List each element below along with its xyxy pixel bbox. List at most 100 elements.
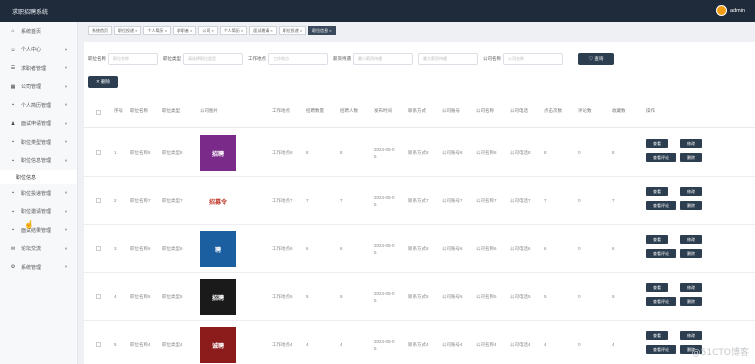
sidebar-item[interactable]: ⌂ 系统首页: [0, 22, 77, 41]
view-button[interactable]: 查看: [646, 331, 668, 340]
column-header[interactable]: 点击次数: [544, 108, 562, 114]
column-header[interactable]: 收藏数: [612, 108, 626, 114]
sidebar-item[interactable]: ▪ 面试结果管理 ▼: [0, 221, 77, 240]
sidebar-item[interactable]: ☺ 个人中心 ▼: [0, 41, 77, 60]
tab[interactable]: 职位投递 ×: [278, 26, 307, 35]
sidebar-item[interactable]: ▪ 职位投递管理 ▼: [0, 184, 77, 203]
edit-button[interactable]: 修改: [680, 235, 702, 244]
column-header[interactable]: 工作地点: [272, 108, 290, 114]
row-checkbox[interactable]: [96, 294, 101, 299]
delete-button[interactable]: ✕ 删除: [88, 76, 118, 88]
column-header[interactable]: 公司电话: [510, 108, 528, 114]
column-header[interactable]: 序号: [114, 108, 123, 114]
delete-row-button[interactable]: 删除: [680, 201, 702, 210]
row-checkbox[interactable]: [96, 150, 101, 155]
column-header[interactable]: 公司图片: [200, 108, 218, 114]
delete-row-button[interactable]: 删除: [680, 297, 702, 306]
column-header[interactable]: 招聘数量: [306, 108, 324, 114]
chevron-down-icon: ▼: [64, 157, 68, 163]
avatar[interactable]: [716, 5, 728, 16]
search-button[interactable]: ♡ 查询: [578, 53, 614, 65]
view-button[interactable]: 查看: [646, 187, 668, 196]
cell-n2: 5: [340, 294, 343, 299]
tab[interactable]: 个人简历 ×: [143, 26, 171, 35]
salary-max-input[interactable]: 最大薪资待遇: [418, 53, 478, 65]
column-header[interactable]: 联系方式: [408, 108, 426, 114]
cell-contact: 联系方式5: [408, 294, 429, 299]
cell-date: 2024-05-0 5: [374, 339, 395, 351]
cell-n1: 8: [306, 150, 309, 155]
cell-acct: 公司账号5: [442, 294, 463, 299]
row-checkbox[interactable]: [96, 246, 101, 251]
tab[interactable]: 求职者 ×: [172, 26, 197, 35]
tab[interactable]: 个人简历 ×: [219, 26, 248, 35]
sidebar-item[interactable]: ☰ 求职者管理 ▼: [0, 59, 77, 78]
view-comments-button[interactable]: 查看评论: [646, 345, 676, 354]
sidebar-item[interactable]: ▦ 公司管理 ▼: [0, 78, 77, 97]
sidebar-subitem[interactable]: 职位信息: [0, 170, 77, 184]
type-select[interactable]: 请选择职位类型: [183, 53, 243, 65]
view-button[interactable]: 查看: [646, 235, 668, 244]
sidebar: ⌂ 系统首页 ☺ 个人中心 ▼ ☰ 求职者管理 ▼ ▦ 公司管理 ▼ ▪ 个人简历管理 ▼ ♟ 面试申请管理 ▼…: [0, 22, 78, 364]
tab[interactable]: 系统首页: [88, 26, 112, 35]
delete-row-button[interactable]: 删除: [680, 153, 702, 162]
cell-n1: 5: [306, 294, 309, 299]
edit-button[interactable]: 修改: [680, 139, 702, 148]
sidebar-item[interactable]: ▪ 职位类型管理 ▼: [0, 133, 77, 152]
cell-phone: 公司电话5: [510, 294, 531, 299]
tab[interactable]: 职位投递 ×: [114, 26, 142, 35]
table-row: 2 职位名称7 职位类型7 工作地点7 7 7 2024-05-0 5 联系方式7 公司账号7 公…: [84, 177, 755, 225]
row-checkbox[interactable]: [96, 198, 101, 203]
column-header[interactable]: 职位类型: [162, 108, 180, 114]
sidebar-item[interactable]: ✉ 论坛交流 ▼: [0, 240, 77, 259]
view-button[interactable]: 查看: [646, 283, 668, 292]
cell-comments: 0: [578, 150, 581, 155]
sidebar-item[interactable]: ⚙ 系统管理 ▼: [0, 258, 77, 277]
location-input[interactable]: 工作地点: [268, 53, 328, 65]
view-comments-button[interactable]: 查看评论: [646, 297, 676, 306]
sidebar-item-label: 面试申请管理: [21, 121, 52, 128]
grid-icon: ▪: [12, 139, 14, 146]
view-comments-button[interactable]: 查看评论: [646, 201, 676, 210]
tab[interactable]: 面试邀请 ×: [249, 26, 277, 35]
edit-button[interactable]: 修改: [680, 187, 702, 196]
user-menu[interactable]: admin: [716, 5, 745, 16]
sidebar-item[interactable]: ▪ 个人简历管理 ▼: [0, 96, 77, 115]
cell-idx: 3: [114, 246, 117, 251]
sidebar-item[interactable]: ▪ 职位邀请管理 ▼: [0, 203, 77, 222]
cell-favs: 4: [612, 342, 615, 347]
company-input[interactable]: 公司名称: [503, 53, 563, 65]
delete-row-button[interactable]: 删除: [680, 249, 702, 258]
cell-comments: 0: [578, 342, 581, 347]
column-header[interactable]: 评论数: [578, 108, 592, 114]
column-header[interactable]: 操作: [646, 108, 655, 114]
position-name-input[interactable]: 职位名称: [108, 53, 158, 65]
cell-n1: 7: [306, 198, 309, 203]
view-button[interactable]: 查看: [646, 139, 668, 148]
edit-button[interactable]: 修改: [680, 283, 702, 292]
watermark: @51CTO博客: [691, 348, 749, 358]
company-image: 聘: [200, 231, 236, 267]
sidebar-item[interactable]: ♟ 面试申请管理 ▼: [0, 115, 77, 134]
column-header[interactable]: 职位名称: [130, 108, 148, 114]
column-header[interactable]: 发布时间: [374, 108, 392, 114]
type-label: 职位类型: [163, 56, 181, 61]
cell-comments: 0: [578, 294, 581, 299]
tab[interactable]: 职位信息 ×: [308, 26, 336, 35]
cell-comments: 0: [578, 246, 581, 251]
salary-label: 薪资待遇: [333, 56, 351, 61]
tab[interactable]: 公司 ×: [198, 26, 218, 35]
view-comments-button[interactable]: 查看评论: [646, 153, 676, 162]
salary-min-input[interactable]: 最小薪资待遇: [353, 53, 413, 65]
select-all-checkbox[interactable]: [96, 110, 101, 115]
column-header[interactable]: 公司名称: [476, 108, 494, 114]
view-comments-button[interactable]: 查看评论: [646, 249, 676, 258]
cell-name: 职位名称4: [130, 342, 151, 347]
sidebar-item[interactable]: ▪ 职位信息管理 ▼: [0, 152, 77, 171]
column-header[interactable]: 招聘人数: [340, 108, 358, 114]
column-header[interactable]: 公司账号: [442, 108, 460, 114]
sidebar-item-label: 系统首页: [21, 28, 42, 35]
edit-button[interactable]: 修改: [680, 331, 702, 340]
cell-acct: 公司账号7: [442, 198, 463, 203]
row-checkbox[interactable]: [96, 342, 101, 347]
